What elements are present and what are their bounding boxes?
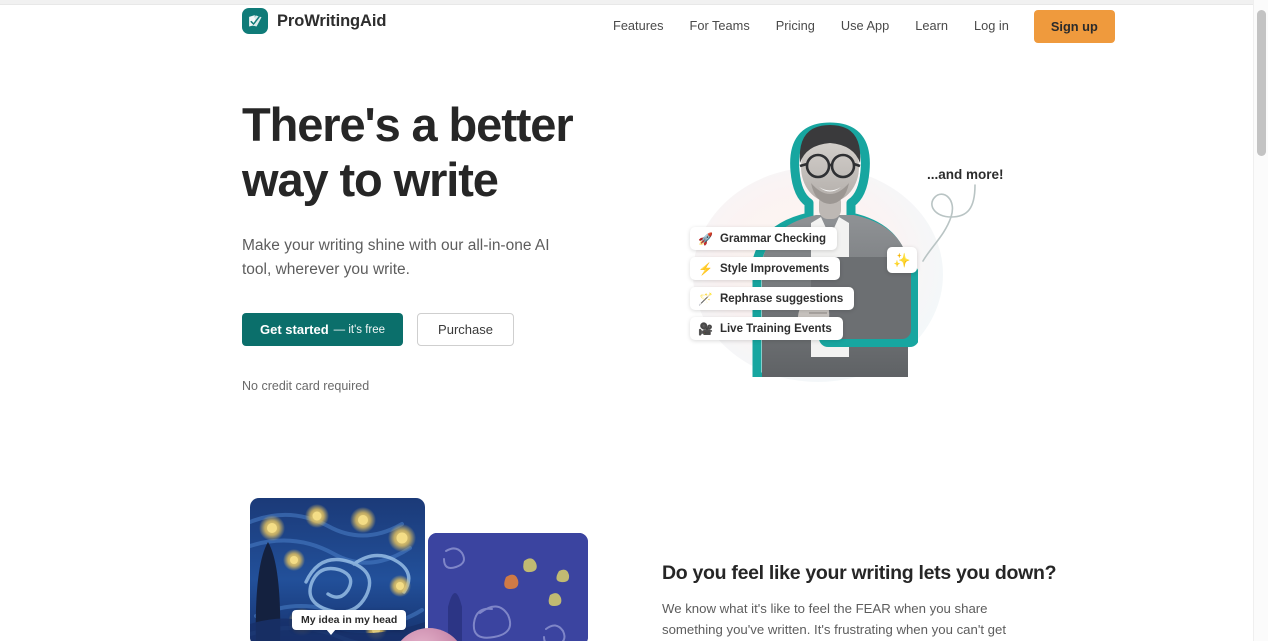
lightning-icon: ⚡ bbox=[698, 261, 713, 276]
hero-subtitle: Make your writing shine with our all-in-… bbox=[242, 236, 550, 278]
page-scrollbar[interactable] bbox=[1253, 0, 1268, 641]
chip-label: Live Training Events bbox=[719, 322, 832, 335]
hero-illustration: 🚀 Grammar Checking ⚡ Style Improvements … bbox=[655, 95, 1015, 395]
lower-section-body: We know what it's like to feel the FEAR … bbox=[662, 601, 1007, 638]
idea-caption-label: My idea in my head bbox=[292, 610, 407, 635]
sparkle-icon: ✨ bbox=[887, 247, 917, 273]
get-started-free-note: — it's free bbox=[333, 323, 386, 336]
lower-section-title: Do you feel like your writing lets you d… bbox=[662, 562, 1057, 584]
chip-rephrase-suggestions: 🪄 Rephrase suggestions bbox=[690, 287, 855, 310]
chip-label: Grammar Checking bbox=[719, 232, 827, 245]
feature-chip-list: 🚀 Grammar Checking ⚡ Style Improvements … bbox=[690, 227, 890, 347]
purchase-button[interactable]: Purchase bbox=[417, 313, 514, 346]
flat-rendition-card bbox=[428, 533, 588, 641]
hero-copy: There's a better way to write Make your … bbox=[242, 98, 632, 393]
chip-grammar-checking: 🚀 Grammar Checking bbox=[690, 227, 838, 250]
chip-label: Style Improvements bbox=[719, 262, 830, 275]
magic-wand-icon: 🪄 bbox=[698, 291, 713, 306]
lower-section: My idea in my head Do you feel like your… bbox=[0, 470, 1253, 641]
page-title: There's a better way to write bbox=[242, 98, 632, 208]
chip-live-training-events: 🎥 Live Training Events bbox=[690, 317, 843, 340]
rocket-icon: 🚀 bbox=[698, 231, 713, 246]
chip-style-improvements: ⚡ Style Improvements bbox=[690, 257, 841, 280]
get-started-button[interactable]: Get started — it's free bbox=[242, 313, 404, 346]
hero-section: There's a better way to write Make your … bbox=[0, 0, 1253, 480]
curved-arrow-icon bbox=[922, 184, 976, 262]
no-credit-card-note: No credit card required bbox=[242, 379, 370, 393]
hero-cta-group: Get started — it's free Purchase bbox=[242, 313, 632, 346]
chip-label: Rephrase suggestions bbox=[719, 292, 844, 305]
scrollbar-thumb[interactable] bbox=[1257, 10, 1266, 156]
get-started-label: Get started bbox=[260, 322, 329, 337]
idea-illustration: My idea in my head bbox=[242, 498, 602, 641]
and-more-label: ...and more! bbox=[927, 167, 1004, 182]
movie-camera-icon: 🎥 bbox=[698, 321, 713, 336]
lower-copy: Do you feel like your writing lets you d… bbox=[662, 562, 1062, 641]
page-root: ProWritingAid Features For Teams Pricing… bbox=[0, 0, 1268, 641]
hero-title-line-2: way to write bbox=[242, 152, 499, 206]
hero-title-line-1: There's a better bbox=[242, 98, 574, 151]
